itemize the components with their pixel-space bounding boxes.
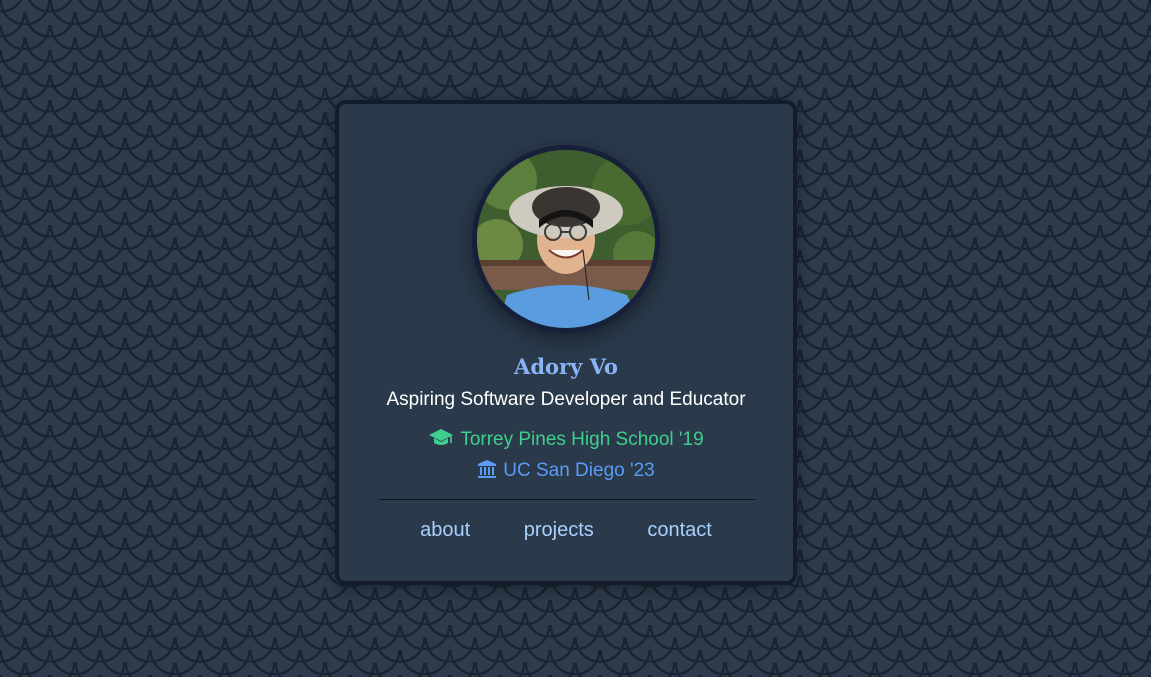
education-high-school: Torrey Pines High School '19 [339,428,793,454]
nav-contact-link[interactable]: contact [647,519,711,542]
profile-photo [472,145,660,333]
nav-about-link[interactable]: about [420,519,470,542]
profile-tagline: Aspiring Software Developer and Educator [386,389,746,410]
profile-card: Adory Vo Aspiring Software Developer and… [335,100,797,585]
education-university-label: UC San Diego '23 [503,460,655,481]
university-icon [477,459,497,485]
divider [379,499,756,500]
education-high-school-label: Torrey Pines High School '19 [460,429,704,450]
graduation-cap-icon [428,428,454,454]
education-university: UC San Diego '23 [339,459,793,485]
profile-name: Adory Vo [514,354,618,379]
nav-projects-link[interactable]: projects [524,519,594,542]
main-nav: about projects contact [339,519,793,542]
